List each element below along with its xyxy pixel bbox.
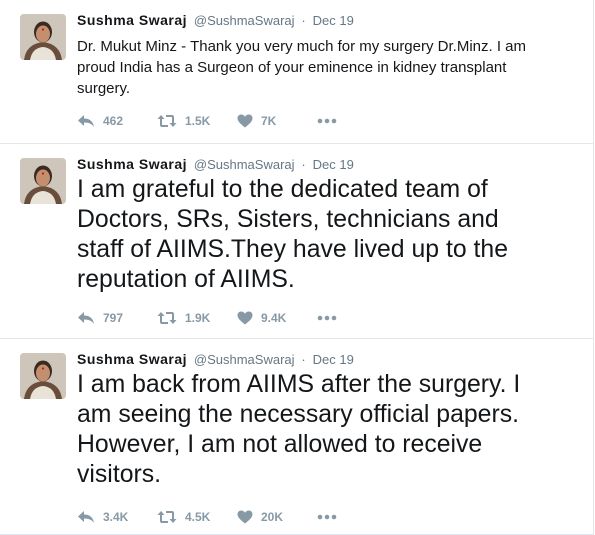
more-icon xyxy=(317,514,337,520)
tweet-header: Sushma Swaraj @SushmaSwaraj · Dec 19 xyxy=(77,12,354,28)
like-button[interactable]: 20K xyxy=(237,510,317,524)
author-handle[interactable]: @SushmaSwaraj xyxy=(194,352,295,367)
separator: · xyxy=(301,157,306,172)
tweet-text-line: surgery. xyxy=(77,80,131,97)
retweet-button[interactable]: 1.5K xyxy=(157,114,237,128)
timestamp[interactable]: Dec 19 xyxy=(313,352,354,367)
tweet-text-line: Doctors, SRs, Sisters, technicians and xyxy=(77,206,499,233)
reply-count: 3.4K xyxy=(103,510,129,524)
tweet-text-line: am seeing the necessary official papers. xyxy=(77,401,519,428)
tweet-actions: 462 1.5K 7K xyxy=(77,113,337,129)
reply-icon xyxy=(78,115,94,127)
reply-count: 462 xyxy=(103,114,124,128)
tweet[interactable]: Sushma Swaraj @SushmaSwaraj · Dec 19 Dr.… xyxy=(0,0,594,144)
reply-count: 797 xyxy=(103,311,124,325)
timeline: Sushma Swaraj @SushmaSwaraj · Dec 19 Dr.… xyxy=(0,0,595,535)
retweet-icon xyxy=(157,312,177,324)
timestamp[interactable]: Dec 19 xyxy=(313,13,354,28)
heart-icon xyxy=(237,114,253,128)
avatar[interactable] xyxy=(20,158,66,204)
like-button[interactable]: 9.4K xyxy=(237,311,317,325)
tweet-text: I am back from AIIMS after the surgery. … xyxy=(77,370,520,490)
tweet-header: Sushma Swaraj @SushmaSwaraj · Dec 19 xyxy=(77,351,354,367)
retweet-count: 1.5K xyxy=(185,114,211,128)
reply-button[interactable]: 462 xyxy=(77,114,157,128)
more-button[interactable] xyxy=(317,514,337,520)
retweet-count: 4.5K xyxy=(185,510,211,524)
tweet-text: I am grateful to the dedicated team of D… xyxy=(77,175,508,295)
retweet-icon xyxy=(157,511,177,523)
tweet-actions: 797 1.9K 9.4K xyxy=(77,310,337,326)
tweet-text-line: visitors. xyxy=(77,461,162,488)
tweet-header: Sushma Swaraj @SushmaSwaraj · Dec 19 xyxy=(77,156,354,172)
tweet[interactable]: Sushma Swaraj @SushmaSwaraj · Dec 19 I a… xyxy=(0,144,594,339)
reply-button[interactable]: 797 xyxy=(77,311,157,325)
more-icon xyxy=(317,315,337,321)
like-button[interactable]: 7K xyxy=(237,114,317,128)
reply-icon xyxy=(78,511,94,523)
retweet-button[interactable]: 4.5K xyxy=(157,510,237,524)
like-count: 9.4K xyxy=(261,311,287,325)
author-name[interactable]: Sushma Swaraj xyxy=(77,156,187,172)
tweet-text-line: proud India has a Surgeon of your eminen… xyxy=(77,59,507,76)
timestamp[interactable]: Dec 19 xyxy=(313,157,354,172)
tweet-text-line: I am back from AIIMS after the surgery. … xyxy=(77,371,521,398)
retweet-count: 1.9K xyxy=(185,311,211,325)
separator: · xyxy=(301,13,306,28)
author-handle[interactable]: @SushmaSwaraj xyxy=(194,13,295,28)
retweet-icon xyxy=(157,115,177,127)
avatar-image xyxy=(20,353,66,399)
heart-icon xyxy=(237,510,253,524)
more-icon xyxy=(317,118,337,124)
author-name[interactable]: Sushma Swaraj xyxy=(77,351,187,367)
heart-icon xyxy=(237,311,253,325)
more-button[interactable] xyxy=(317,118,337,124)
retweet-button[interactable]: 1.9K xyxy=(157,311,237,325)
more-button[interactable] xyxy=(317,315,337,321)
reply-button[interactable]: 3.4K xyxy=(77,510,157,524)
reply-icon xyxy=(78,312,94,324)
tweet-actions: 3.4K 4.5K 20K xyxy=(77,509,337,525)
avatar-image xyxy=(20,14,66,60)
tweet-text-line: reputation of AIIMS. xyxy=(77,266,295,293)
tweet-text-line: staff of AIIMS.They have lived up to the xyxy=(77,236,508,263)
separator: · xyxy=(301,352,306,367)
avatar[interactable] xyxy=(20,14,66,60)
tweet-text-line: I am grateful to the dedicated team of xyxy=(77,176,488,203)
author-handle[interactable]: @SushmaSwaraj xyxy=(194,157,295,172)
tweet-text: Dr. Mukut Minz - Thank you very much for… xyxy=(77,36,526,99)
tweet-text-line: However, I am not allowed to receive xyxy=(77,431,483,458)
tweet[interactable]: Sushma Swaraj @SushmaSwaraj · Dec 19 I a… xyxy=(0,339,594,535)
avatar[interactable] xyxy=(20,353,66,399)
author-name[interactable]: Sushma Swaraj xyxy=(77,12,187,28)
like-count: 20K xyxy=(261,510,284,524)
avatar-image xyxy=(20,158,66,204)
tweet-text-line: Dr. Mukut Minz - Thank you very much for… xyxy=(77,38,527,55)
like-count: 7K xyxy=(261,114,277,128)
